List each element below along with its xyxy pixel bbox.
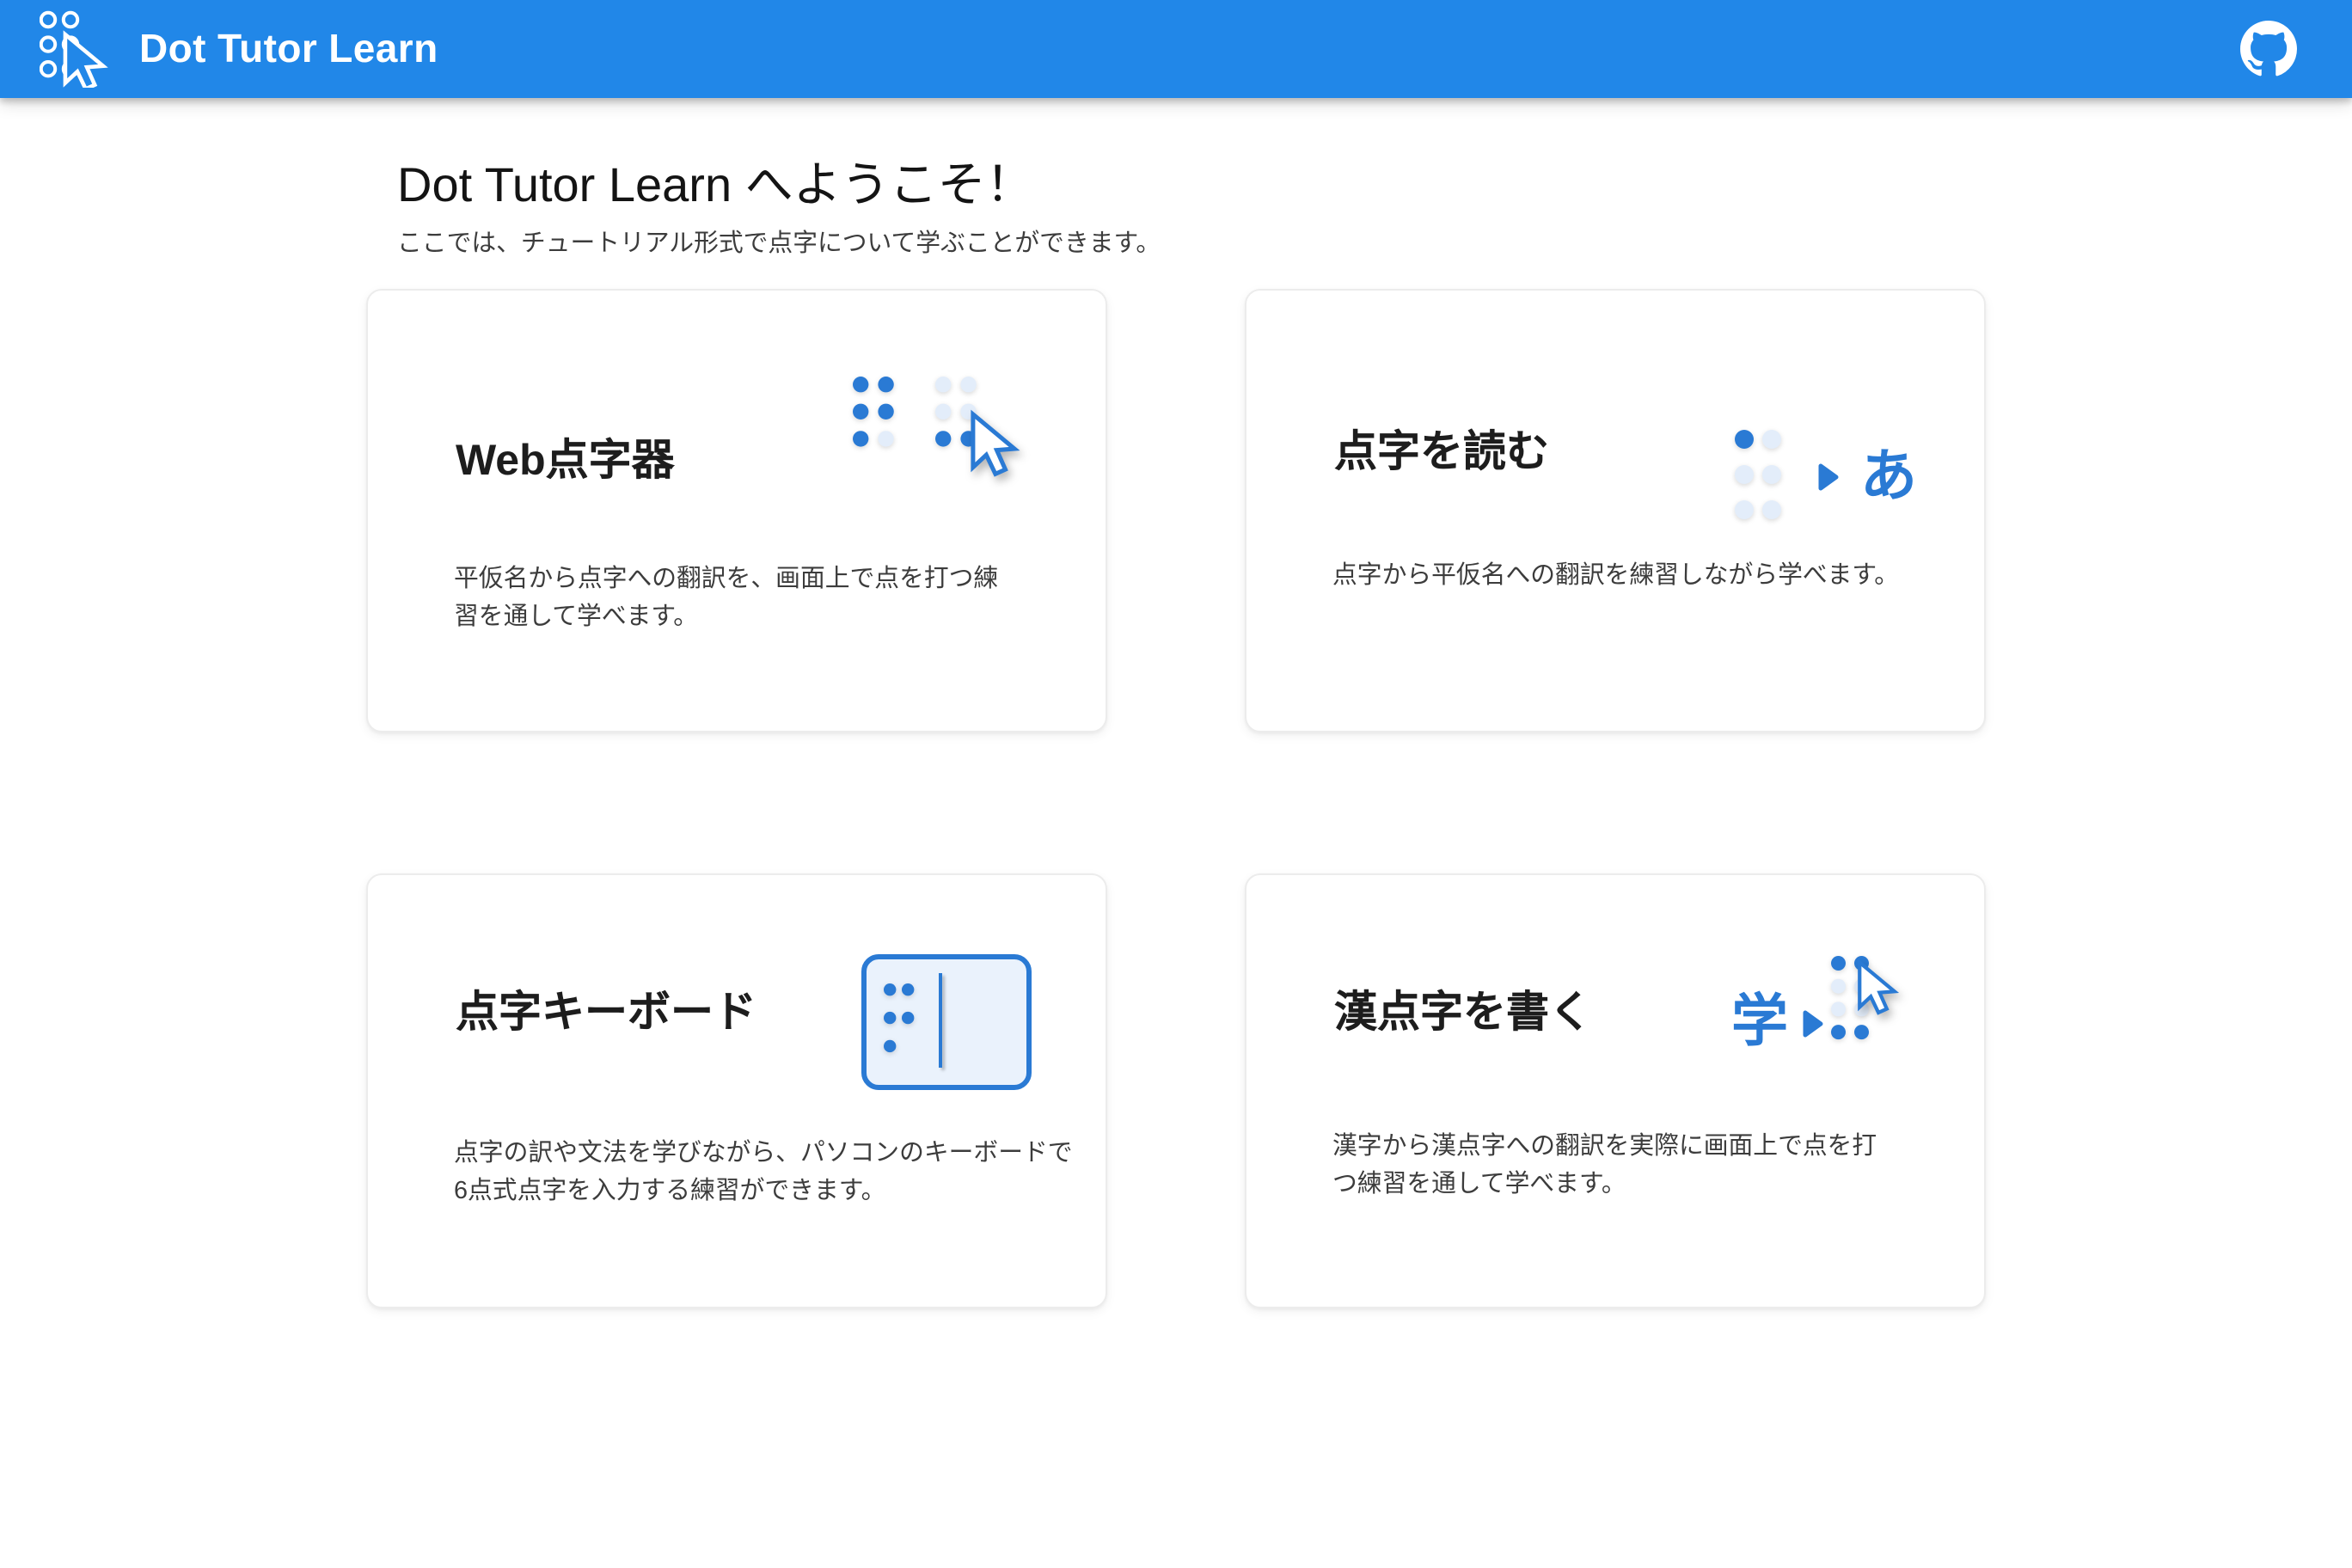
text-caret-icon [939, 973, 942, 1068]
app-title: Dot Tutor Learn [139, 26, 438, 72]
github-icon [2240, 21, 2297, 77]
card-title: 点字を読む [1334, 428, 1549, 478]
card-web-braille-writer[interactable]: Web点字器 平仮名から点字への翻訳を、画面上で点を打つ練 習を通して学べます。 [366, 289, 1107, 732]
hiragana-a-glyph: あ [1860, 447, 1917, 504]
github-link[interactable] [2240, 21, 2297, 77]
braille-input-field-icon [861, 954, 1032, 1090]
page: Dot Tutor Learn Dot Tutor Learn へようこそ！ こ… [0, 0, 2352, 1568]
braille-cell-icon [884, 983, 914, 1052]
play-triangle-icon [1802, 1009, 1824, 1038]
card-title: 漢点字を書く [1334, 989, 1592, 1038]
card-description: 平仮名から点字への翻訳を、画面上で点を打つ練 習を通して学べます。 [454, 560, 1037, 637]
braille-cell-icon [1735, 430, 1781, 519]
app-header: Dot Tutor Learn [0, 0, 2352, 98]
card-description: 点字の訳や文法を学びながら、パソコンのキーボードで 6点式点字を入力する練習がで… [454, 1135, 1037, 1211]
card-description: 漢字から漢点字への翻訳を実際に画面上で点を打 つ練習を通して学べます。 [1332, 1128, 1915, 1204]
card-write-kanji-braille[interactable]: 漢点字を書く 学 漢字から漢点字への翻訳を実際に画面上で点を打 つ練習を通して学… [1245, 873, 1986, 1308]
braille-cursor-logo-icon [40, 10, 108, 88]
mouse-pointer-icon [970, 413, 1018, 477]
card-grid: Web点字器 平仮名から点字への翻訳を、画面上で点を打つ練 習を通して学べます。… [366, 289, 1986, 1308]
card-title: 点字キーボード [456, 989, 756, 1038]
main-content: Dot Tutor Learn へようこそ！ ここでは、チュートリアル形式で点字… [366, 155, 1986, 1308]
card-braille-keyboard[interactable]: 点字キーボード 点字の訳や文法を学びながら、パソコンのキーボードで 6点式点字を… [366, 873, 1107, 1308]
page-subtitle: ここでは、チュートリアル形式で点字について学ぶことができます。 [397, 225, 1986, 263]
card-title: Web点字器 [456, 437, 675, 487]
card-read-braille[interactable]: 点字を読む あ 点字から平仮名への翻訳を練習しながら学べます。 [1245, 289, 1986, 732]
braille-cell-icon [853, 377, 894, 447]
card-description: 点字から平仮名への翻訳を練習しながら学べます。 [1332, 557, 1915, 596]
kanji-gaku-glyph: 学 [1731, 992, 1788, 1049]
play-triangle-icon [1817, 462, 1840, 492]
mouse-pointer-icon [65, 34, 103, 88]
page-title: Dot Tutor Learn へようこそ！ [397, 155, 1986, 217]
mouse-pointer-icon [1856, 961, 1896, 1015]
